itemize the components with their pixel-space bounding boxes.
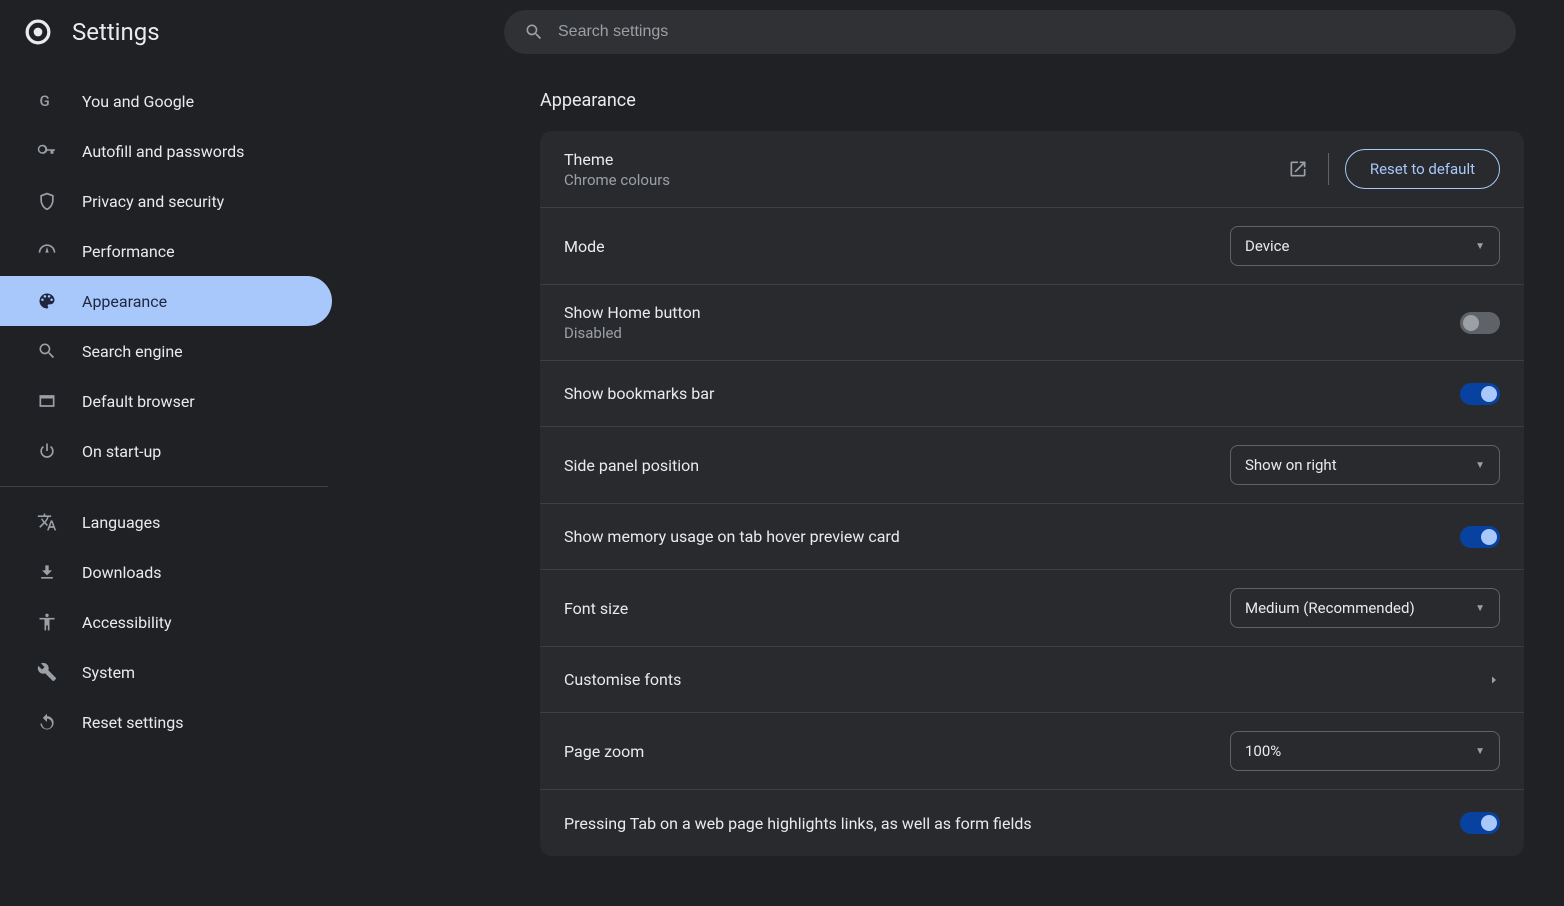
section-title: Appearance xyxy=(380,90,1524,111)
side-panel-dropdown[interactable]: Show on right ▼ xyxy=(1230,445,1500,485)
translate-icon xyxy=(36,511,58,533)
power-icon xyxy=(36,440,58,462)
chevron-down-icon: ▼ xyxy=(1475,746,1485,757)
divider xyxy=(1328,153,1329,185)
search-container[interactable] xyxy=(504,10,1516,54)
row-mode: Mode Device ▼ xyxy=(540,208,1524,285)
bookmarks-bar-toggle[interactable] xyxy=(1460,383,1500,405)
sidebar-item-system[interactable]: System xyxy=(0,647,332,697)
main-content: Appearance Theme Chrome colours Reset to… xyxy=(340,64,1564,906)
palette-icon xyxy=(36,290,58,312)
sidebar-item-label: On start-up xyxy=(82,442,161,461)
dropdown-value: Medium (Recommended) xyxy=(1245,599,1415,617)
sidebar-item-appearance[interactable]: Appearance xyxy=(0,276,332,326)
search-icon xyxy=(524,22,544,42)
reset-to-default-button[interactable]: Reset to default xyxy=(1345,149,1500,189)
chevron-down-icon: ▼ xyxy=(1475,603,1485,614)
row-side-panel: Side panel position Show on right ▼ xyxy=(540,427,1524,504)
row-subtitle: Chrome colours xyxy=(564,171,1284,189)
sidebar-item-label: Search engine xyxy=(82,342,183,361)
row-title: Mode xyxy=(564,237,1230,256)
dropdown-value: Device xyxy=(1245,237,1289,255)
row-title: Font size xyxy=(564,599,1230,618)
memory-usage-toggle[interactable] xyxy=(1460,526,1500,548)
home-button-toggle[interactable] xyxy=(1460,312,1500,334)
search-input[interactable] xyxy=(558,23,1496,41)
accessibility-icon xyxy=(36,611,58,633)
font-size-dropdown[interactable]: Medium (Recommended) ▼ xyxy=(1230,588,1500,628)
row-title: Customise fonts xyxy=(564,670,1488,689)
row-title: Page zoom xyxy=(564,742,1230,761)
sidebar-item-label: Accessibility xyxy=(82,613,172,632)
dropdown-value: Show on right xyxy=(1245,456,1337,474)
sidebar-item-privacy[interactable]: Privacy and security xyxy=(0,176,332,226)
reset-icon xyxy=(36,711,58,733)
browser-icon xyxy=(36,390,58,412)
sidebar-divider xyxy=(0,486,328,487)
sidebar-item-label: Privacy and security xyxy=(82,192,224,211)
row-memory-usage[interactable]: Show memory usage on tab hover preview c… xyxy=(540,504,1524,570)
row-subtitle: Disabled xyxy=(564,324,1460,342)
mode-dropdown[interactable]: Device ▼ xyxy=(1230,226,1500,266)
sidebar-item-startup[interactable]: On start-up xyxy=(0,426,332,476)
row-title: Show bookmarks bar xyxy=(564,384,1460,403)
arrow-right-icon xyxy=(1488,674,1500,686)
tab-highlight-toggle[interactable] xyxy=(1460,812,1500,834)
search-icon xyxy=(36,340,58,362)
page-zoom-dropdown[interactable]: 100% ▼ xyxy=(1230,731,1500,771)
row-font-size: Font size Medium (Recommended) ▼ xyxy=(540,570,1524,647)
dropdown-value: 100% xyxy=(1245,742,1281,760)
row-title: Theme xyxy=(564,150,1284,169)
open-in-new-icon[interactable] xyxy=(1284,155,1312,183)
sidebar-item-label: Downloads xyxy=(82,563,161,582)
download-icon xyxy=(36,561,58,583)
row-theme[interactable]: Theme Chrome colours Reset to default xyxy=(540,131,1524,208)
sidebar-item-languages[interactable]: Languages xyxy=(0,497,332,547)
row-page-zoom: Page zoom 100% ▼ xyxy=(540,713,1524,790)
sidebar-item-label: Reset settings xyxy=(82,713,183,732)
sidebar-item-performance[interactable]: Performance xyxy=(0,226,332,276)
sidebar-item-label: Performance xyxy=(82,242,175,261)
sidebar-item-label: System xyxy=(82,663,135,682)
shield-icon xyxy=(36,190,58,212)
sidebar-item-default-browser[interactable]: Default browser xyxy=(0,376,332,426)
settings-card: Theme Chrome colours Reset to default Mo… xyxy=(540,131,1524,856)
row-text: Theme Chrome colours xyxy=(564,150,1284,189)
row-title: Show memory usage on tab hover preview c… xyxy=(564,527,1460,546)
google-icon: G xyxy=(36,90,58,112)
sidebar-item-label: Appearance xyxy=(82,292,167,311)
sidebar-item-you-and-google[interactable]: G You and Google xyxy=(0,76,332,126)
header-left: Settings xyxy=(24,18,504,46)
row-tab-highlight[interactable]: Pressing Tab on a web page highlights li… xyxy=(540,790,1524,856)
row-title: Show Home button xyxy=(564,303,1460,322)
row-title: Side panel position xyxy=(564,456,1230,475)
sidebar-item-label: Languages xyxy=(82,513,160,532)
sidebar-item-reset[interactable]: Reset settings xyxy=(0,697,332,747)
chevron-down-icon: ▼ xyxy=(1475,241,1485,252)
sidebar-item-search-engine[interactable]: Search engine xyxy=(0,326,332,376)
sidebar-item-label: You and Google xyxy=(82,92,194,111)
speedometer-icon xyxy=(36,240,58,262)
chrome-logo-icon xyxy=(24,18,52,46)
row-actions: Reset to default xyxy=(1284,149,1500,189)
sidebar-item-label: Autofill and passwords xyxy=(82,142,244,161)
sidebar-item-accessibility[interactable]: Accessibility xyxy=(0,597,332,647)
sidebar-item-label: Default browser xyxy=(82,392,195,411)
sidebar: G You and Google Autofill and passwords … xyxy=(0,64,340,906)
row-title: Pressing Tab on a web page highlights li… xyxy=(564,814,1460,833)
chevron-down-icon: ▼ xyxy=(1475,460,1485,471)
svg-text:G: G xyxy=(40,92,50,110)
sidebar-item-autofill[interactable]: Autofill and passwords xyxy=(0,126,332,176)
sidebar-item-downloads[interactable]: Downloads xyxy=(0,547,332,597)
wrench-icon xyxy=(36,661,58,683)
row-customise-fonts[interactable]: Customise fonts xyxy=(540,647,1524,713)
page-title: Settings xyxy=(72,18,160,46)
key-icon xyxy=(36,140,58,162)
row-bookmarks-bar[interactable]: Show bookmarks bar xyxy=(540,361,1524,427)
row-home-button[interactable]: Show Home button Disabled xyxy=(540,285,1524,361)
header: Settings xyxy=(0,0,1564,64)
